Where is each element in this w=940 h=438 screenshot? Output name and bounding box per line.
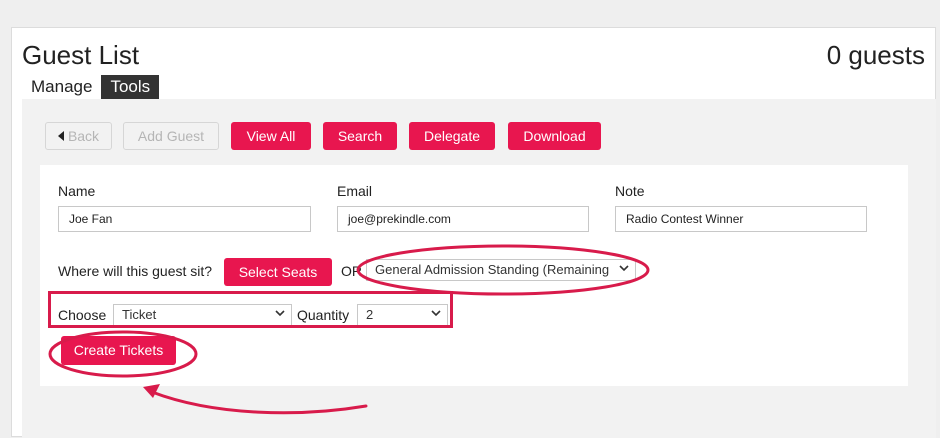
chevron-down-icon: [619, 263, 629, 273]
name-field[interactable]: Joe Fan: [58, 206, 311, 232]
seat-question: Where will this guest sit?: [58, 263, 213, 279]
general-admission-select[interactable]: General Admission Standing (Remaining: [366, 259, 636, 281]
name-label: Name: [58, 183, 96, 199]
tab-manage[interactable]: Manage: [22, 75, 102, 99]
add-guest-button[interactable]: Add Guest: [123, 122, 219, 150]
chevron-down-icon: [275, 310, 285, 317]
create-tickets-button[interactable]: Create Tickets: [61, 336, 176, 365]
caret-left-icon: [57, 131, 64, 141]
chevron-down-icon: [431, 310, 441, 317]
ga-select-value: General Admission Standing (Remaining: [375, 262, 610, 277]
quantity-label: Quantity: [297, 307, 350, 323]
note-field[interactable]: Radio Contest Winner: [615, 206, 867, 232]
guest-count: 0 guests: [826, 40, 925, 70]
choose-label: Choose: [58, 307, 107, 323]
search-button[interactable]: Search: [323, 122, 397, 150]
tab-tools[interactable]: Tools: [101, 75, 160, 99]
note-label: Note: [615, 183, 645, 199]
page-title: Guest List: [22, 40, 140, 70]
tools-panel: Back Add Guest View All Search Delegate …: [22, 99, 936, 438]
quantity-select[interactable]: 2: [357, 304, 448, 326]
download-button[interactable]: Download: [508, 122, 601, 150]
add-guest-form: Name Joe Fan Email joe@prekindle.com Not…: [40, 165, 908, 386]
email-field[interactable]: joe@prekindle.com: [337, 206, 589, 232]
or-label: OR: [341, 263, 362, 279]
back-button[interactable]: Back: [45, 122, 112, 150]
select-seats-button[interactable]: Select Seats: [224, 258, 332, 286]
email-label: Email: [337, 183, 373, 199]
guest-list-card: Guest List 0 guests Manage Tools Back Ad…: [11, 27, 936, 438]
ticket-select-value: Ticket: [122, 307, 157, 322]
ticket-type-select[interactable]: Ticket: [113, 304, 292, 326]
quantity-select-value: 2: [366, 307, 374, 322]
view-all-button[interactable]: View All: [231, 122, 311, 150]
tab-bar: Manage Tools: [22, 75, 160, 99]
back-label: Back: [67, 128, 100, 144]
delegate-button[interactable]: Delegate: [409, 122, 495, 150]
